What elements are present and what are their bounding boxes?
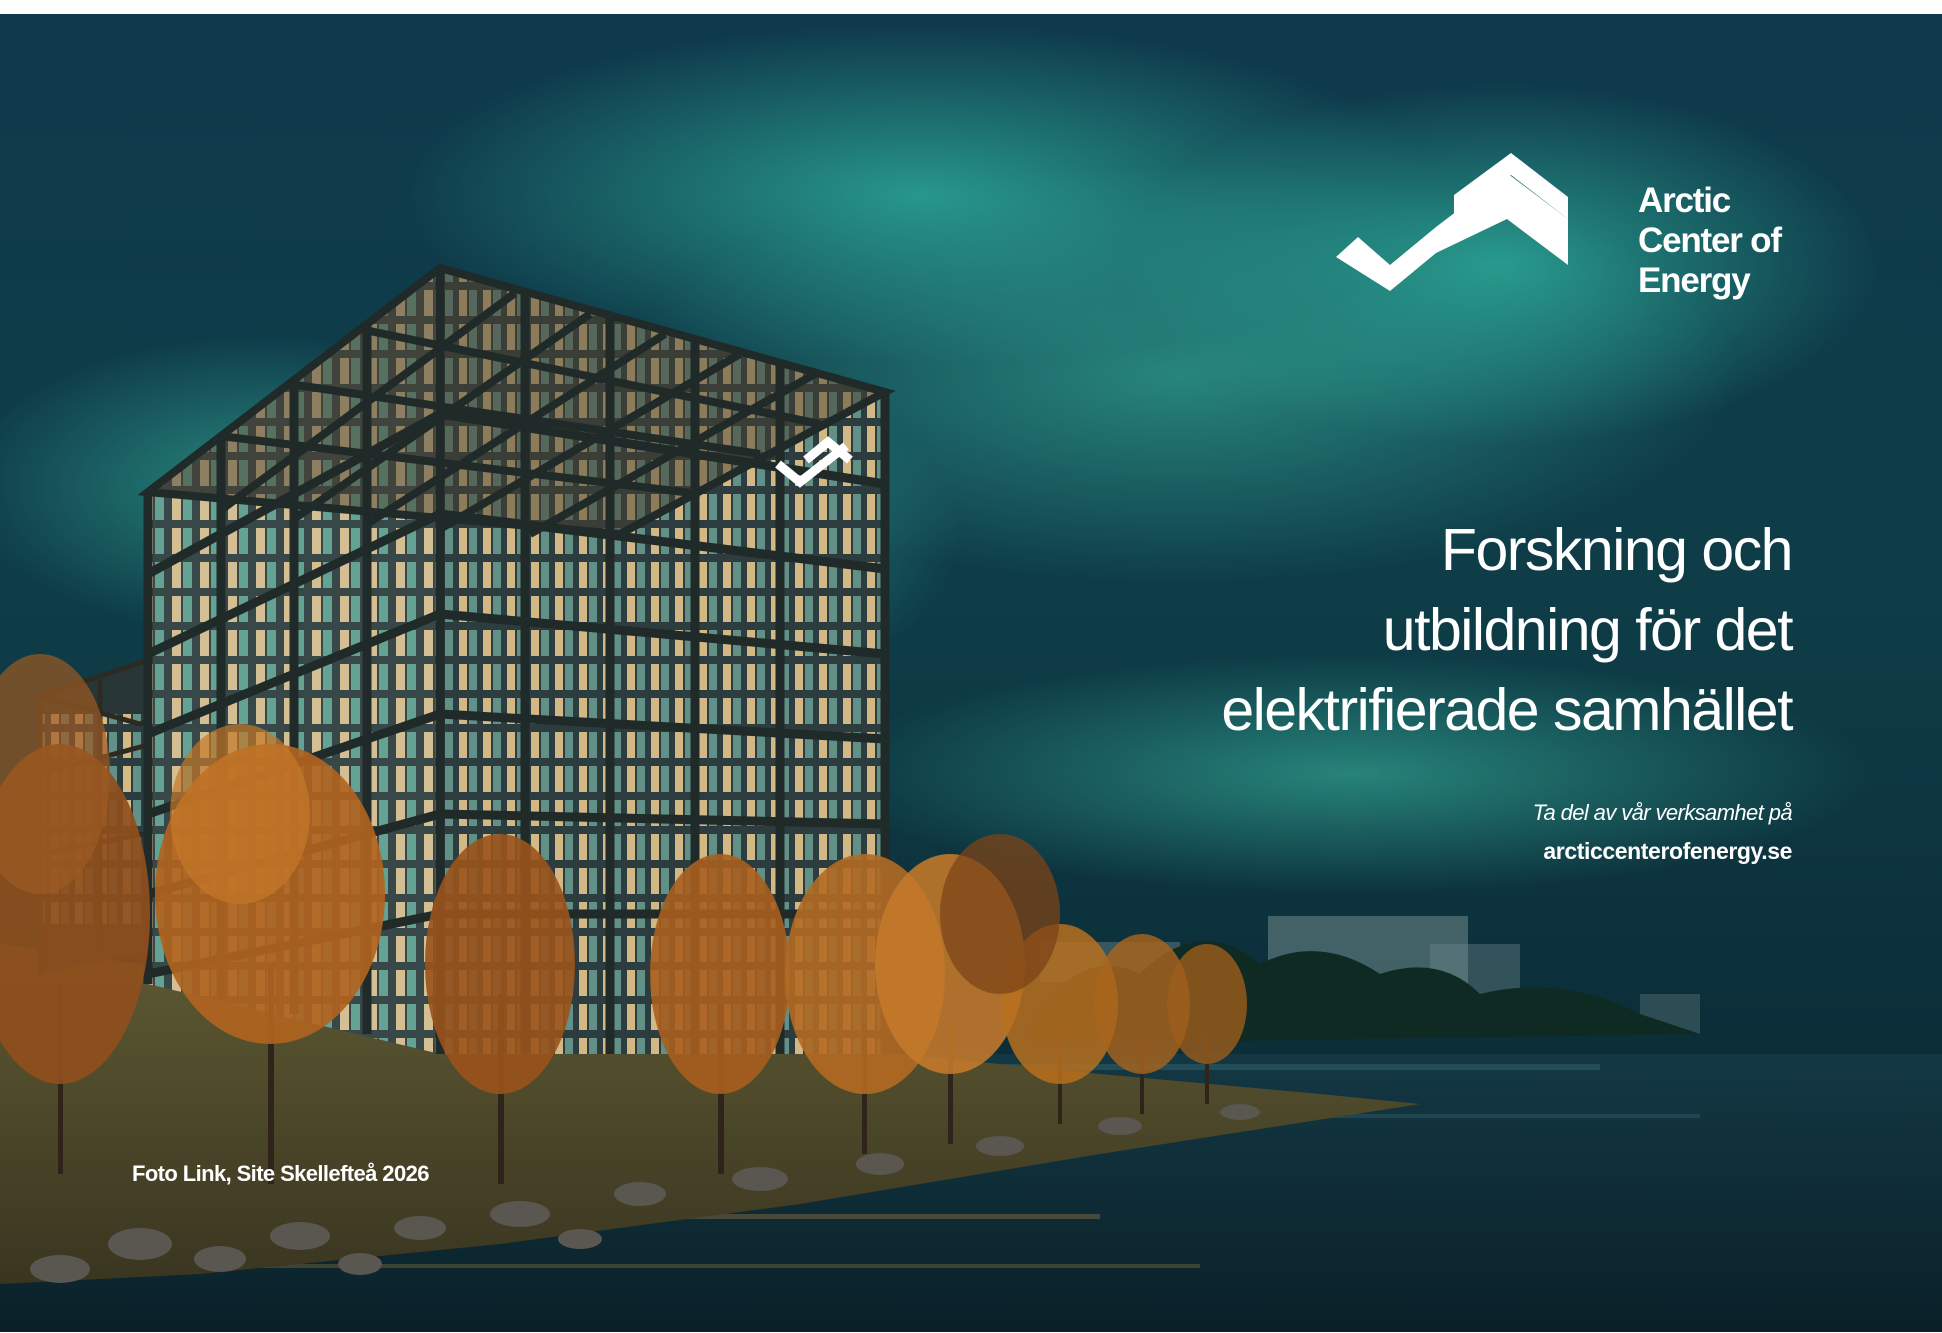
headline-line: Forskning och <box>1440 517 1794 583</box>
photo-credit: Foto Link, Site Skellefteå 2026 <box>132 1161 429 1186</box>
brand-name-line: Energy <box>1638 261 1751 300</box>
brand-name-line: Arctic <box>1638 181 1731 220</box>
website-link[interactable]: arcticcenterofenergy.se <box>1543 838 1792 865</box>
brand-name: Arctic Center of Energy <box>1638 181 1782 301</box>
headline: Forskning och utbildning för det elektri… <box>992 510 1794 750</box>
zigzag-chevron-logo-icon <box>1336 153 1568 291</box>
cta-intro-text: Ta del av vår verksamhet på <box>1532 800 1793 825</box>
brand-lockup: Arctic Center of Energy <box>1336 153 1796 313</box>
poster: Arctic Center of Energy Forskning och ut… <box>0 14 1942 1332</box>
brand-name-line: Center of <box>1638 221 1782 260</box>
headline-line: utbildning för det <box>1382 597 1794 663</box>
headline-line: elektrifierade samhället <box>1221 677 1793 743</box>
